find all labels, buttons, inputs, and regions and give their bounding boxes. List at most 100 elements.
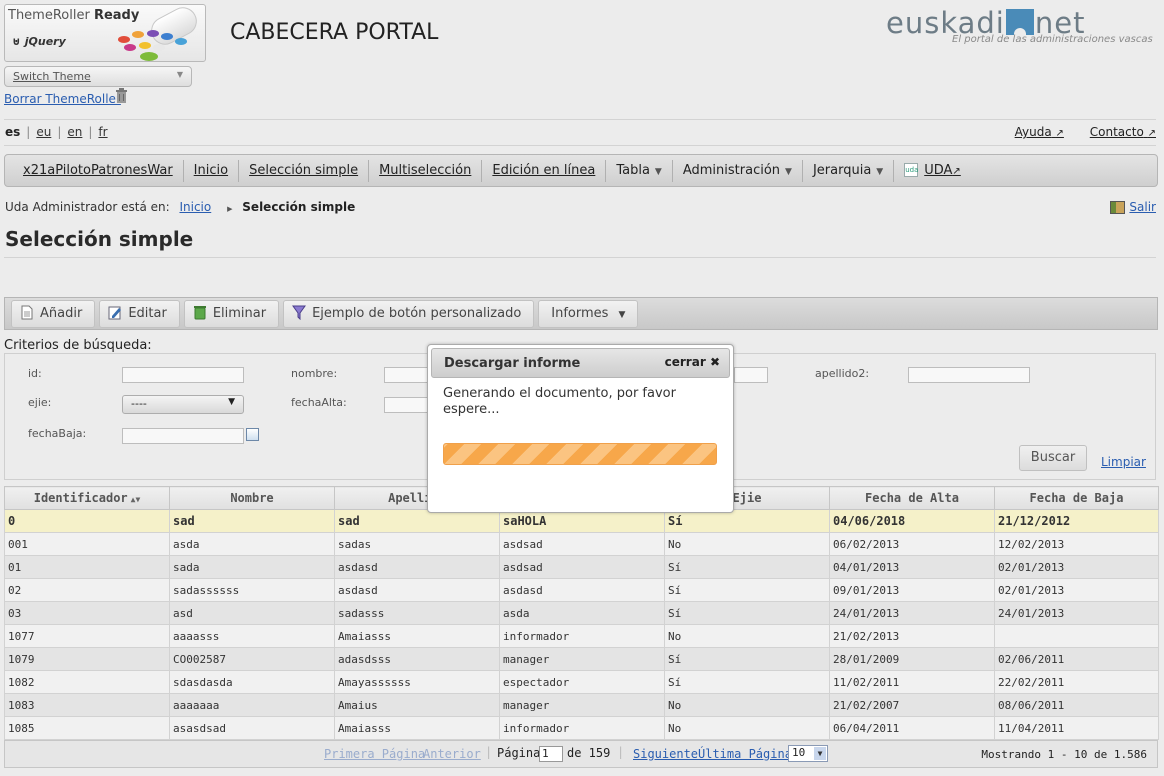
table-cell: informador (499, 624, 665, 648)
lang-eu[interactable]: eu (36, 125, 51, 139)
primera-pagina-link[interactable]: Primera Página (324, 747, 425, 761)
table-cell: Amayassssss (334, 670, 500, 694)
pagina-label: Página (497, 746, 541, 760)
rows-per-page-select[interactable]: 10 ▼ (788, 745, 828, 762)
lang-es: es (5, 125, 21, 139)
lang-fr[interactable]: fr (98, 125, 107, 139)
table-cell: sadassssss (169, 578, 335, 602)
ejie-select[interactable]: ---- ▼ (122, 395, 244, 414)
table-cell: 11/04/2011 (994, 716, 1159, 740)
col-nombre[interactable]: Nombre (169, 486, 335, 510)
menu-tabla[interactable]: Tabla ▼ (606, 159, 673, 182)
ayuda-link[interactable]: Ayuda ↗ (1015, 125, 1064, 139)
table-row[interactable]: 1077 aaaasss Amaiasss informador No 21/02/201… (4, 624, 1159, 648)
table-cell: No (664, 716, 830, 740)
borrar-themeroller-link[interactable]: Borrar ThemeRoller (4, 92, 121, 106)
page-title: Selección simple (5, 227, 194, 251)
table-cell: Amaiasss (334, 624, 500, 648)
external-link-icon: ↗ (1055, 128, 1064, 139)
siguiente-link[interactable]: Siguiente (633, 747, 698, 761)
top-links: Ayuda ↗ Contacto ↗ (993, 125, 1156, 139)
contacto-link[interactable]: Contacto ↗ (1090, 125, 1156, 139)
divider (4, 119, 1156, 120)
buscar-button[interactable]: Buscar (1019, 445, 1087, 471)
criterios-heading: Criterios de búsqueda: (4, 338, 152, 353)
switch-theme-select[interactable]: Switch Theme ▼ (4, 66, 192, 87)
menu-jerarquia[interactable]: Jerarquia ▼ (803, 159, 895, 182)
menu-administracion[interactable]: Administración ▼ (673, 159, 803, 182)
table-row[interactable]: 001 asda sadas asdsad No 06/02/2013 12/02/2013 (4, 532, 1159, 556)
table-cell: 0 (4, 509, 170, 533)
eliminar-button[interactable]: Eliminar (183, 299, 280, 328)
language-selector: es | eu | en | fr (5, 125, 108, 139)
menu-seleccion-simple[interactable]: Selección simple (239, 159, 370, 182)
new-document-icon (21, 305, 33, 319)
table-cell: 21/02/2007 (829, 693, 995, 717)
table-row[interactable]: 01 sada asdasd asdsad Sí 04/01/2013 02/01/2013 (4, 555, 1159, 579)
table-cell: asd (169, 601, 335, 625)
col-identificador[interactable]: Identificador ▲▼ (4, 486, 170, 510)
apellido1-input[interactable] (734, 367, 768, 383)
palette-dot (161, 33, 173, 40)
anterior-link[interactable]: Anterior (423, 747, 481, 761)
table-cell: manager (499, 647, 665, 671)
page-number-input[interactable]: 1 (539, 746, 563, 762)
progress-bar (443, 443, 717, 465)
fechabaja-input[interactable] (122, 428, 244, 444)
pager: Primera Página Anterior | Página 1 de 15… (4, 740, 1158, 768)
col-fecha-alta[interactable]: Fecha de Alta (829, 486, 995, 510)
lang-en[interactable]: en (67, 125, 82, 139)
portal-header-title: CABECERA PORTAL (230, 20, 439, 45)
editar-button[interactable]: Editar (99, 299, 180, 328)
col-fecha-baja[interactable]: Fecha de Baja (994, 486, 1159, 510)
table-cell: sada (169, 555, 335, 579)
trash-icon[interactable] (115, 88, 128, 103)
table-row[interactable]: 1083 aaaaaaa Amaius manager No 21/02/2007 08/0… (4, 693, 1159, 717)
salir[interactable]: Salir (1110, 200, 1156, 214)
apellido2-input[interactable] (908, 367, 1030, 383)
calendar-icon[interactable] (246, 428, 259, 441)
table-cell: Amaius (334, 693, 500, 717)
breadcrumb-inicio[interactable]: Inicio (179, 200, 211, 214)
table-cell: 02/01/2013 (994, 578, 1159, 602)
main-menu: x21aPilotoPatronesWar Inicio Selección s… (4, 154, 1158, 187)
dialog-close-button[interactable]: cerrar ✖ (665, 355, 720, 369)
menu-inicio[interactable]: Inicio (184, 159, 240, 182)
table-cell: aaaaaaa (169, 693, 335, 717)
uda-icon: uda (904, 163, 918, 177)
id-input[interactable] (122, 367, 244, 383)
label-apellido2: apellido2: (815, 367, 870, 380)
table-row[interactable]: 1085 asasdsad Amaiasss informador No 06/04/20… (4, 716, 1159, 740)
chevron-down-icon: ▼ (228, 397, 235, 407)
breadcrumb-current: Selección simple (242, 200, 356, 214)
table-row[interactable]: 02 sadassssss asdasd asdasd Sí 09/01/2013 02/0… (4, 578, 1159, 602)
table-cell: Sí (664, 670, 830, 694)
dialog-titlebar[interactable]: Descargar informe cerrar ✖ (431, 348, 730, 378)
table-cell: asdasd (334, 578, 500, 602)
table-row[interactable]: 03 asd sadasss asda Sí 24/01/2013 24/01/2013 (4, 601, 1159, 625)
label-ejie: ejie: (28, 396, 52, 409)
table-cell: No (664, 532, 830, 556)
menu-app[interactable]: x21aPilotoPatronesWar (13, 159, 184, 182)
label-id: id: (28, 367, 42, 380)
table-cell: espectador (499, 670, 665, 694)
limpiar-link[interactable]: Limpiar (1101, 455, 1146, 469)
dialog-message: Generando el documento, por favor espere… (443, 386, 676, 417)
chevron-right-icon: ▶ (227, 205, 233, 213)
ultima-pagina-link[interactable]: Última Página (698, 747, 792, 761)
salir-link[interactable]: Salir (1129, 200, 1156, 214)
anadir-button[interactable]: Añadir (11, 299, 96, 328)
filter-icon (292, 305, 307, 320)
menu-edicion-en-linea[interactable]: Edición en línea (482, 159, 607, 182)
custom-button[interactable]: Ejemplo de botón personalizado (283, 299, 535, 328)
palette-dot (132, 31, 144, 38)
table-cell: sadasss (334, 601, 500, 625)
total-pages: de 159 (567, 746, 611, 760)
menu-multiseleccion[interactable]: Multiselección (369, 159, 483, 182)
menu-uda[interactable]: uda UDA↗ (894, 160, 971, 182)
table-cell: asda (169, 532, 335, 556)
chevron-down-icon: ▼ (814, 747, 826, 760)
table-row[interactable]: 1079 CO002587 adasdsss manager Sí 28/01/2009 0… (4, 647, 1159, 671)
table-row[interactable]: 1082 sdasdasda Amayassssss espectador Sí 11/0… (4, 670, 1159, 694)
informes-button[interactable]: Informes ▼ (538, 299, 639, 328)
